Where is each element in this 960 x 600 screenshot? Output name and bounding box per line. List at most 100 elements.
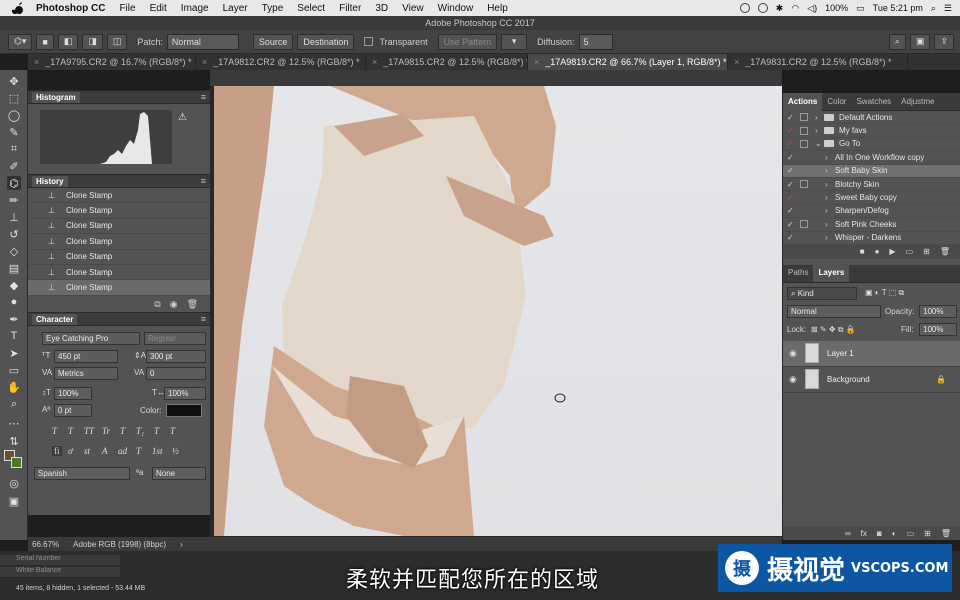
metadata-row[interactable]: Serial Number xyxy=(0,555,120,566)
tab-swatches[interactable]: Swatches xyxy=(851,93,896,111)
small-caps-button[interactable]: Tr xyxy=(102,426,110,436)
patch-mode-select[interactable]: Normal xyxy=(166,33,239,50)
character-tab[interactable]: Character xyxy=(32,313,78,325)
faux-italic-button[interactable]: T xyxy=(68,426,73,436)
menu-photoshop[interactable]: Photoshop CC xyxy=(36,3,105,14)
mask-icon[interactable]: ◙ xyxy=(877,529,882,538)
chevron-right-icon[interactable]: › xyxy=(825,233,828,242)
workspace-icon[interactable]: ▣ xyxy=(909,33,931,50)
trash-icon[interactable]: 🗑 xyxy=(187,299,198,310)
ligatures-button[interactable]: fi xyxy=(52,446,62,456)
history-tab[interactable]: History xyxy=(32,175,68,187)
check-icon[interactable]: ✓ xyxy=(787,113,794,122)
alt-ligatures-button[interactable]: ơ xyxy=(68,446,73,456)
menu-file[interactable]: File xyxy=(119,3,135,14)
adjustment-icon[interactable]: ◐ xyxy=(892,529,897,538)
action-set-default[interactable]: ✓ › Default Actions xyxy=(783,111,960,125)
language-select[interactable]: Spanish xyxy=(34,467,130,480)
layer-row-layer-1[interactable]: ◉ Layer 1 xyxy=(783,340,960,367)
tab-document-1[interactable]: × _17A9795.CR2 @ 16.7% (RGB/8*) * xyxy=(28,54,196,70)
history-item[interactable]: ⊥ Clone Stamp xyxy=(28,234,210,250)
kerning-field[interactable]: Metrics xyxy=(54,367,118,380)
crop-tool-icon[interactable]: ⌗ xyxy=(7,142,21,156)
vertical-scale-field[interactable]: 100% xyxy=(54,387,92,400)
action-item[interactable]: ✓ › Soft Pink Cheeks xyxy=(783,218,960,232)
path-select-tool-icon[interactable]: ➤ xyxy=(7,346,21,360)
close-icon[interactable]: × xyxy=(34,57,39,67)
modal-toggle[interactable] xyxy=(800,139,808,148)
menu-window[interactable]: Window xyxy=(438,3,474,14)
action-item[interactable]: ✓ › Blotchy Skin xyxy=(783,178,960,192)
baseline-shift-field[interactable]: 0 pt xyxy=(54,404,92,417)
modal-toggle[interactable] xyxy=(800,113,808,122)
check-icon[interactable]: ✓ xyxy=(787,153,794,162)
font-style-select[interactable]: Regular xyxy=(144,332,206,345)
fill-field[interactable]: 100% xyxy=(919,322,957,336)
layer-thumbnail[interactable] xyxy=(805,343,819,364)
wifi-icon[interactable]: ◠ xyxy=(791,3,799,14)
action-item-highlighted[interactable]: ✓ › Soft Baby Skin xyxy=(783,164,960,178)
share-icon[interactable]: ⇪ xyxy=(934,33,954,50)
lock-icon[interactable]: 🔒 xyxy=(936,375,946,384)
chevron-right-icon[interactable]: › xyxy=(825,180,828,189)
check-icon[interactable]: ✓ xyxy=(787,139,794,148)
tab-color[interactable]: Color xyxy=(822,93,851,111)
underline-button[interactable]: T xyxy=(154,426,159,436)
source-button[interactable]: Source xyxy=(252,33,294,50)
history-item[interactable]: ⊥ Clone Stamp xyxy=(28,250,210,265)
top-ruler[interactable] xyxy=(210,70,782,86)
transparent-checkbox[interactable] xyxy=(364,37,374,46)
horizontal-scale-field[interactable]: 100% xyxy=(164,387,206,400)
document-image[interactable] xyxy=(214,86,782,536)
trash-icon[interactable]: 🗑 xyxy=(940,247,950,256)
history-item[interactable]: ⊥ Clone Stamp xyxy=(28,203,210,219)
modal-toggle[interactable] xyxy=(800,126,808,135)
pattern-picker[interactable]: ▾ xyxy=(501,33,528,50)
eyedropper-tool-icon[interactable]: ✐ xyxy=(7,159,21,173)
fractions-button[interactable]: ½ xyxy=(172,446,179,456)
check-icon[interactable]: ✓ xyxy=(787,220,794,229)
new-layer-icon[interactable]: ⊞ xyxy=(924,529,931,538)
clone-stamp-tool-icon[interactable]: ⊥ xyxy=(7,210,21,224)
close-icon[interactable]: × xyxy=(372,57,377,67)
tab-actions[interactable]: Actions xyxy=(783,92,823,111)
menu-help[interactable]: Help xyxy=(487,3,508,14)
strikethrough-button[interactable]: T xyxy=(170,426,175,436)
chevron-right-icon[interactable]: › xyxy=(825,193,828,202)
hand-tool-icon[interactable]: ✋ xyxy=(7,380,21,394)
play-icon[interactable]: ▶ xyxy=(889,247,895,256)
tab-adjustments[interactable]: Adjustme xyxy=(896,93,939,111)
warning-icon[interactable]: ⚠ xyxy=(178,112,187,123)
check-icon[interactable]: ✓ xyxy=(787,193,794,202)
check-icon[interactable]: ✓ xyxy=(787,126,794,135)
subtract-selection-button[interactable]: ◨ xyxy=(82,33,103,50)
new-selection-button[interactable]: ■ xyxy=(36,33,54,50)
battery-icon[interactable]: ▭ xyxy=(856,3,865,14)
pen-tool-icon[interactable]: ✒ xyxy=(7,312,21,326)
creative-cloud-icon[interactable] xyxy=(757,3,768,13)
blend-mode-select[interactable]: Normal xyxy=(787,304,881,318)
history-item[interactable]: ⊥ Clone Stamp xyxy=(28,188,210,204)
menu-type[interactable]: Type xyxy=(262,3,284,14)
history-item[interactable]: ⊥ Clone Stamp xyxy=(28,265,210,281)
check-icon[interactable]: ✓ xyxy=(787,180,794,189)
discretionary-ligatures-button[interactable]: st xyxy=(84,446,90,456)
spotlight-icon[interactable]: ⌕ xyxy=(931,3,936,14)
notification-icon[interactable]: ☰ xyxy=(944,3,952,14)
add-selection-button[interactable]: ◧ xyxy=(57,33,79,50)
record-icon[interactable] xyxy=(739,3,750,13)
titling-alternates-button[interactable]: T xyxy=(136,446,141,456)
history-item[interactable]: ⊥ Clone Stamp xyxy=(28,219,210,235)
superscript-button[interactable]: T xyxy=(120,426,125,436)
ordinals-button[interactable]: 1st xyxy=(152,446,163,456)
panel-menu-icon[interactable]: ≡ xyxy=(201,176,206,186)
marquee-tool-icon[interactable]: ⬚ xyxy=(7,91,21,105)
chevron-right-icon[interactable]: › xyxy=(825,206,828,215)
tool-preset-picker[interactable]: ⌬▾ xyxy=(8,33,33,50)
stylistic-alternates-button[interactable]: ad xyxy=(118,446,127,456)
swash-button[interactable]: A xyxy=(102,446,108,456)
check-icon[interactable]: ✓ xyxy=(787,206,794,215)
close-icon[interactable]: × xyxy=(734,57,739,67)
color-profile[interactable]: Adobe RGB (1998) (8bpc) xyxy=(73,540,166,549)
font-family-select[interactable]: Eye Catching Pro xyxy=(42,332,140,345)
